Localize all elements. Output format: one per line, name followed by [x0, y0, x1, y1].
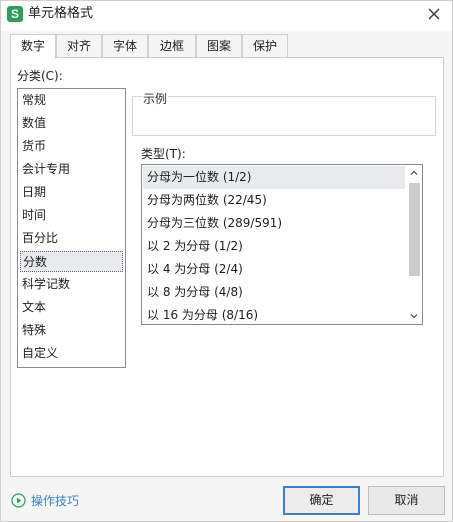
category-item[interactable]: 时间: [20, 205, 123, 226]
sample-preview-box: [132, 96, 436, 136]
dialog-title: 单元格格式: [28, 6, 94, 21]
type-label: 类型(T):: [141, 147, 186, 161]
close-icon: [428, 8, 440, 20]
type-list[interactable]: 分母为一位数 (1/2) 分母为两位数 (22/45) 分母为三位数 (289/…: [141, 164, 423, 325]
play-circle-icon: [11, 493, 26, 508]
sample-label: 示例: [142, 90, 169, 107]
category-item[interactable]: 货币: [20, 136, 123, 157]
tab-pattern[interactable]: 图案: [196, 34, 242, 58]
tab-border[interactable]: 边框: [148, 34, 196, 58]
category-item[interactable]: 数值: [20, 113, 123, 134]
number-tab-panel: 分类(C): 常规 数值 货币 会计专用 日期 时间 百分比 分数 科学记数 文…: [10, 57, 444, 477]
type-item[interactable]: 以 2 为分母 (1/2): [143, 235, 405, 258]
type-item[interactable]: 分母为三位数 (289/591): [143, 212, 405, 235]
ok-button[interactable]: 确定: [283, 486, 360, 515]
type-list-scrollbar[interactable]: [406, 165, 422, 324]
close-button[interactable]: [422, 3, 446, 25]
tab-number[interactable]: 数字: [10, 34, 56, 59]
cancel-button[interactable]: 取消: [368, 486, 445, 515]
type-item[interactable]: 以 16 为分母 (8/16): [143, 304, 405, 324]
category-item-selected[interactable]: 分数: [20, 251, 123, 272]
title-bar: S 单元格格式: [1, 1, 452, 31]
tab-font[interactable]: 字体: [102, 34, 148, 58]
scroll-thumb[interactable]: [409, 183, 420, 276]
tab-alignment[interactable]: 对齐: [56, 34, 102, 58]
category-item[interactable]: 自定义: [20, 343, 123, 364]
category-item[interactable]: 百分比: [20, 228, 123, 249]
category-item[interactable]: 文本: [20, 297, 123, 318]
type-item[interactable]: 以 8 为分母 (4/8): [143, 281, 405, 304]
category-list[interactable]: 常规 数值 货币 会计专用 日期 时间 百分比 分数 科学记数 文本 特殊 自定…: [17, 88, 126, 368]
type-item[interactable]: 以 4 为分母 (2/4): [143, 258, 405, 281]
category-item[interactable]: 科学记数: [20, 274, 123, 295]
type-item[interactable]: 分母为两位数 (22/45): [143, 189, 405, 212]
category-item[interactable]: 会计专用: [20, 159, 123, 180]
category-item[interactable]: 常规: [20, 90, 123, 111]
scroll-down-icon[interactable]: [409, 311, 419, 321]
format-cells-dialog: S 单元格格式 数字 对齐 字体 边框 图案 保护 分类(C): 常规 数值 货…: [0, 0, 453, 522]
category-label: 分类(C):: [17, 69, 63, 83]
category-item[interactable]: 日期: [20, 182, 123, 203]
wps-spreadsheet-icon: S: [7, 6, 23, 22]
category-item[interactable]: 特殊: [20, 320, 123, 341]
tips-label[interactable]: 操作技巧: [31, 492, 79, 510]
tab-protection[interactable]: 保护: [242, 34, 288, 58]
type-item-selected[interactable]: 分母为一位数 (1/2): [143, 166, 405, 189]
scroll-up-icon[interactable]: [409, 168, 419, 178]
